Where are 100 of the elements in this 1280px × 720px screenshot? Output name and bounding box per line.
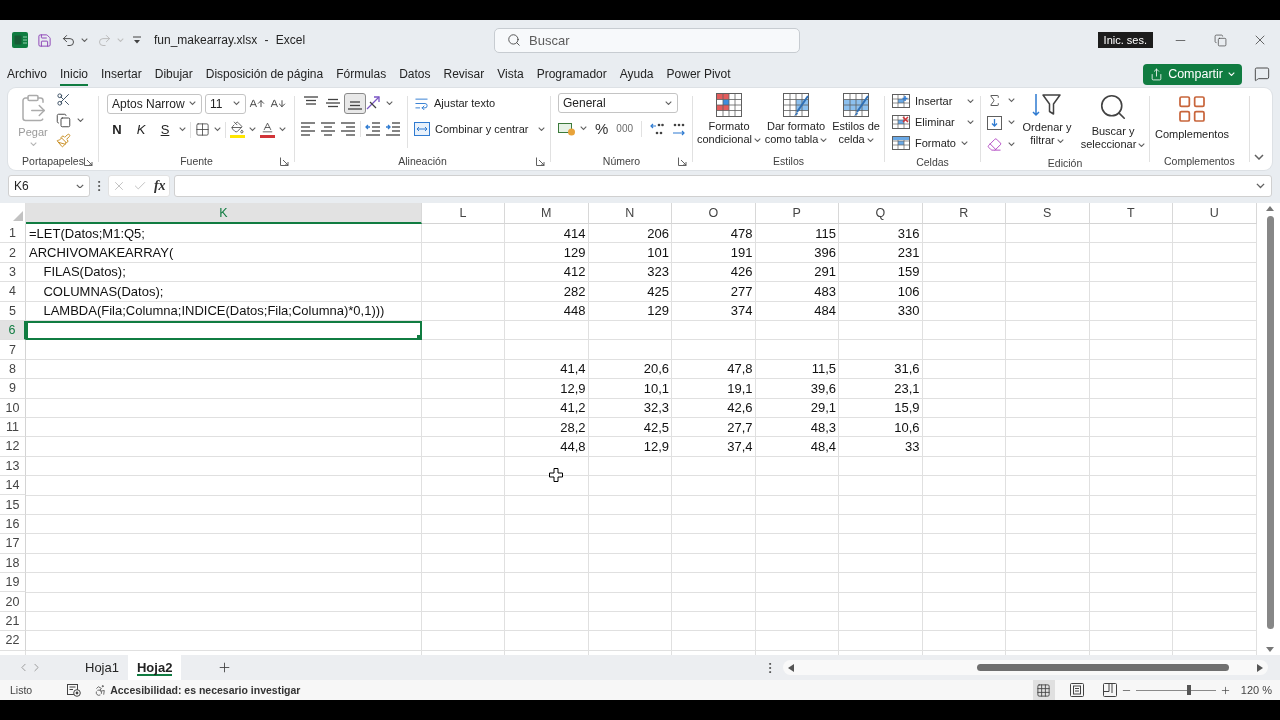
column-header[interactable]: N (588, 203, 672, 224)
merge-center-button[interactable]: Combinar y centrar (414, 118, 545, 140)
column-header[interactable]: P (755, 203, 839, 224)
chevron-down-icon[interactable] (214, 127, 221, 132)
bold-button[interactable]: N (107, 122, 127, 137)
menu-tab[interactable]: Ayuda (619, 62, 654, 86)
chevron-down-icon[interactable] (76, 183, 84, 189)
search-icon[interactable] (507, 32, 521, 47)
zoom-level-text[interactable]: 120 % (1240, 684, 1272, 696)
four-squares-icon[interactable] (1176, 93, 1208, 125)
chevron-down-icon[interactable] (1256, 183, 1265, 189)
column-header[interactable]: R (922, 203, 1006, 224)
find-select-button[interactable]: Buscar y seleccionar (1079, 91, 1148, 151)
share-button[interactable]: Compartir (1143, 63, 1242, 85)
undo-icon[interactable] (61, 32, 76, 48)
dialog-launcher-icon[interactable] (678, 156, 688, 166)
chevron-down-icon[interactable] (81, 37, 88, 43)
diagonal-arrow-icon[interactable] (366, 96, 382, 110)
comment-icon[interactable] (1254, 66, 1270, 82)
scroll-up-icon[interactable] (1266, 206, 1275, 211)
name-box[interactable]: K6 (8, 175, 90, 197)
merge-cells-icon[interactable] (414, 122, 430, 136)
chevron-down-icon[interactable] (233, 101, 240, 106)
scrollbar-thumb[interactable] (1266, 216, 1274, 629)
sort-filter-button[interactable]: Ordenar y filtrar (1018, 91, 1077, 147)
align-right-icon[interactable] (340, 122, 356, 136)
cell-brush-icon[interactable] (843, 93, 870, 117)
menu-tab[interactable]: Fórmulas (336, 62, 387, 86)
column-header[interactable]: L (422, 203, 505, 224)
font-name-select[interactable]: Aptos Narrow (107, 93, 202, 114)
scrollbar-thumb[interactable] (977, 664, 1229, 671)
format-cells-button[interactable]: Formato (892, 133, 975, 153)
horizontal-scrollbar[interactable] (783, 660, 1268, 675)
row-header[interactable]: 14 (0, 476, 26, 496)
decimal-right-arrow-icon[interactable] (672, 121, 687, 136)
fill-down-icon[interactable] (987, 115, 1003, 130)
number-format-select[interactable]: General (558, 93, 678, 113)
search-field[interactable]: Buscar (494, 27, 800, 53)
delete-cells-button[interactable]: Eliminar (892, 112, 975, 132)
menu-tab[interactable]: Archivo (7, 62, 47, 86)
zoom-slider-thumb[interactable] (1187, 685, 1192, 695)
dialog-launcher-icon[interactable] (280, 156, 289, 166)
column-header[interactable]: T (1089, 203, 1173, 224)
formula-input[interactable] (174, 175, 1272, 197)
restore-icon[interactable] (1213, 33, 1227, 47)
format-cells-icon[interactable] (892, 136, 911, 150)
row-header[interactable]: 15 (0, 495, 26, 515)
table-brush-icon[interactable] (783, 93, 810, 117)
column-header[interactable]: K (26, 203, 422, 224)
accessibility-button[interactable]: Accesibilidad: es necesario investigar (94, 683, 301, 697)
chevron-down-icon[interactable] (1008, 142, 1016, 147)
funnel-icon[interactable] (1032, 92, 1063, 118)
align-left-icon[interactable] (300, 122, 316, 136)
add-ins-button[interactable]: Complementos (1155, 92, 1229, 141)
dialog-launcher-icon[interactable] (536, 156, 545, 166)
chevron-down-icon[interactable] (1008, 98, 1016, 103)
chevron-down-icon[interactable] (189, 101, 196, 106)
menu-tab[interactable]: Disposición de página (205, 62, 324, 86)
dialog-launcher-icon[interactable] (84, 156, 93, 166)
chevron-down-icon[interactable] (967, 119, 975, 125)
menu-tab[interactable]: Dibujar (154, 62, 193, 86)
decrease-indent-icon[interactable] (365, 122, 381, 136)
borders-icon[interactable] (195, 122, 210, 137)
row-header[interactable]: 20 (0, 592, 26, 612)
chevron-down-icon[interactable] (967, 98, 975, 104)
wrap-text-button[interactable]: Ajustar texto (414, 92, 545, 114)
wrap-text-icon[interactable] (414, 95, 429, 111)
add-sheet-icon[interactable] (217, 660, 233, 675)
increase-indent-icon[interactable] (385, 122, 401, 136)
percent-button[interactable]: % (595, 120, 609, 137)
chevron-down-icon[interactable] (537, 126, 545, 132)
selected-cell[interactable] (26, 320, 422, 341)
menu-tab[interactable]: Insertar (101, 62, 142, 86)
chevron-down-icon[interactable] (580, 126, 587, 131)
record-icon[interactable] (67, 683, 82, 697)
conditional-format-button[interactable]: Formato condicional (696, 92, 763, 146)
chevron-down-icon[interactable] (665, 100, 672, 106)
customize-caret-icon[interactable] (133, 36, 141, 44)
menu-tab[interactable]: Power Pivot (666, 62, 731, 86)
align-center-icon[interactable] (320, 122, 336, 136)
chevron-down-icon[interactable] (754, 138, 762, 143)
menu-tab[interactable]: Datos (399, 62, 431, 86)
chevron-down-icon[interactable] (279, 127, 286, 132)
chevron-down-icon[interactable] (866, 138, 874, 143)
eraser-icon[interactable] (987, 137, 1003, 152)
thousands-button[interactable]: 000 (616, 123, 634, 134)
menu-tab[interactable]: Programador (536, 62, 607, 86)
column-header[interactable]: U (1173, 203, 1257, 224)
zoom-in-icon[interactable] (1219, 684, 1231, 696)
chevron-down-icon[interactable] (1056, 139, 1064, 144)
sign-in-button[interactable]: Inic. ses. (1097, 32, 1153, 48)
accessibility-icon[interactable] (94, 683, 108, 697)
sheet-tab[interactable]: Hoja2 (127, 655, 182, 680)
insert-cells-icon[interactable] (892, 94, 911, 108)
column-header[interactable]: M (505, 203, 589, 224)
sheet-tab[interactable]: Hoja1 (76, 655, 128, 680)
scissors-icon[interactable] (56, 92, 71, 107)
decimal-left-arrow-icon[interactable] (650, 121, 665, 136)
column-header[interactable]: Q (839, 203, 923, 224)
scroll-left-icon[interactable] (788, 663, 794, 672)
